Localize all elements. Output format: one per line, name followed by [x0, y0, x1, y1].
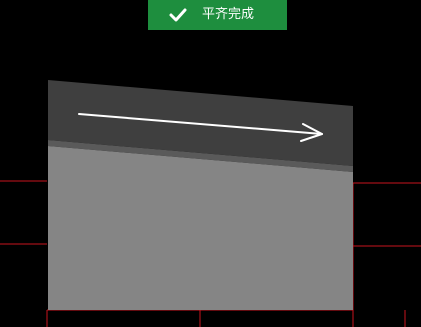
front-face[interactable]: [48, 146, 353, 310]
cad-viewport[interactable]: 平齐完成: [0, 0, 421, 327]
success-toast: 平齐完成: [148, 0, 287, 30]
toast-message: 平齐完成: [202, 7, 255, 22]
checkmark-icon: [169, 8, 187, 22]
viewport-scene: [0, 80, 421, 327]
